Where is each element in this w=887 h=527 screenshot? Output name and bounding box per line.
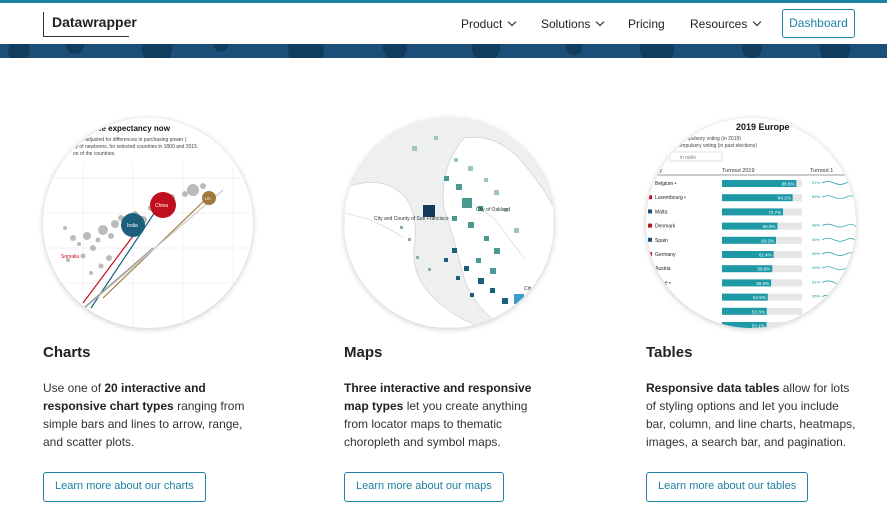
table-cell-country: Denmark [655, 224, 676, 230]
maps-heading: Maps [344, 344, 383, 361]
table-row: Belgium • 88.5% 91% [648, 180, 856, 187]
learn-more-maps-button[interactable]: Learn more about our maps [344, 472, 504, 502]
hero-banner-strip [0, 44, 887, 58]
sf-label: City and County of San Francisco [374, 216, 449, 222]
sparkline-label: 51% [812, 279, 820, 284]
flag-icon [648, 252, 652, 256]
nav-product[interactable]: Product [461, 17, 517, 31]
nav-solutions[interactable]: Solutions [541, 17, 605, 31]
table-cell-value: 66.0% [763, 224, 776, 229]
tables-preview-thumbnail: 2019 Europe ompulsory voting (in 2019) c… [646, 118, 856, 328]
maps-description: Three interactive and responsive map typ… [344, 381, 532, 449]
table-cell-value: 61.4% [759, 253, 772, 258]
sparkline-label: 91% [812, 180, 820, 185]
sparkline-label: 89% [812, 194, 820, 199]
nav-resources-label: Resources [690, 17, 748, 31]
chevron-down-icon [753, 17, 762, 27]
table-row: reece • 58.5% 51% [648, 279, 856, 287]
table-cell-country: Austria [655, 266, 671, 272]
charts-preview-sub3: on of the countries. [73, 151, 116, 157]
tables-description: Responsive data tables allow for lots of… [646, 381, 856, 449]
sparkline [821, 237, 856, 242]
us-label: US [205, 196, 211, 201]
flag-icon [648, 266, 652, 271]
table-cell-country: Luxembourg • [655, 195, 686, 201]
sparkline [821, 252, 856, 256]
table-cell-country: Spain [655, 238, 668, 244]
table-cell-country: Belgium • [655, 181, 676, 187]
table-header-country: untry [650, 168, 662, 174]
table-cell-value: 53.1% [752, 324, 765, 329]
table-row: Spain 64.3% 69% [648, 236, 856, 244]
table-row: Malta 72.7% [648, 208, 802, 216]
sparkline-label: 48% [812, 223, 820, 228]
sparkline-label: 55% [812, 251, 820, 256]
charts-preview-sub2: cy of newborns, for selected countries i… [73, 144, 198, 150]
sparkline-label: 69% [812, 237, 820, 242]
flag-icon [648, 195, 652, 200]
sparkline [821, 294, 856, 299]
tables-preview-sub2: compulsory voting (in past elections) [676, 143, 757, 149]
table-header-turnout-past: Turnout 1 [810, 168, 833, 174]
sparkline [821, 181, 856, 185]
table-cell-country: Germany [655, 252, 676, 258]
india-label: India [127, 223, 138, 229]
sparkline [821, 280, 856, 285]
charts-preview-thumbnail: r life expectancy now ation adjusted for… [43, 118, 253, 328]
table-cell-value: 64.3% [761, 238, 774, 243]
flag-icon [648, 181, 652, 185]
charts-preview-title: r life expectancy now [89, 124, 171, 133]
table-row: 53.1% [722, 322, 802, 328]
flag-icon [648, 209, 652, 214]
table-cell-value: 72.7% [768, 210, 781, 215]
tables-preview-title: 2019 Europe [736, 122, 790, 132]
table-cell-value: 88.5% [782, 182, 795, 187]
datawrapper-logo[interactable]: Datawrapper [43, 12, 137, 37]
table-row: Germany 61.4% 55% [648, 251, 856, 258]
tables-preview-sub1: ompulsory voting (in 2019) [682, 136, 741, 142]
sparkline-label: 65% [812, 294, 820, 299]
tables-heading: Tables [646, 344, 693, 361]
sparkline [821, 266, 856, 271]
table-search-placeholder: in table [680, 155, 696, 161]
nav-pricing[interactable]: Pricing [628, 17, 665, 31]
table-row: Luxembourg • 84.1% 89% [648, 194, 856, 202]
learn-more-charts-button[interactable]: Learn more about our charts [43, 472, 206, 502]
somalia-label: Somalia [61, 254, 79, 260]
charts-preview-sub1: ation adjusted for differences in purcha… [73, 137, 187, 143]
learn-more-tables-button[interactable]: Learn more about our tables [646, 472, 809, 502]
table-cell-country: reece • [655, 280, 671, 286]
table-cell-country: Malta [655, 209, 667, 215]
table-cell-value: 54.5% [753, 295, 766, 300]
flag-icon [648, 237, 652, 242]
nav-product-label: Product [461, 17, 503, 31]
table-row: Austria 59.8% 49% [648, 265, 856, 273]
table-row: 54.5% 65% [722, 293, 856, 301]
oakland-label: City of Oakland [476, 207, 510, 213]
table-cell-value: 59.8% [757, 267, 770, 272]
table-header-turnout-2019: Turnout 2019 [722, 168, 755, 174]
sparkline-label: 49% [812, 265, 820, 270]
chevron-down-icon [596, 17, 605, 27]
table-row: 53.3% [722, 307, 802, 315]
table-cell-value: 53.3% [752, 309, 765, 314]
nav-resources[interactable]: Resources [690, 17, 762, 31]
city-label: City [524, 286, 533, 292]
table-cell-value: 58.5% [756, 281, 769, 286]
dashboard-button[interactable]: Dashboard [782, 9, 855, 38]
maps-preview-thumbnail: City of Oakland City and County of San F… [344, 118, 554, 328]
table-row: Denmark 66.0% 48% [648, 222, 856, 230]
charts-heading: Charts [43, 344, 91, 361]
china-label: China [155, 203, 168, 209]
table-cell-value: 84.1% [778, 196, 791, 201]
sparkline [821, 223, 856, 228]
charts-description: Use one of 20 interactive and responsive… [43, 381, 245, 449]
nav-solutions-label: Solutions [541, 17, 591, 31]
flag-icon [648, 223, 652, 228]
flag-icon [648, 280, 652, 285]
sparkline [821, 195, 856, 200]
nav-pricing-label: Pricing [628, 17, 665, 31]
chevron-down-icon [508, 17, 517, 27]
navbar: Datawrapper Product Solutions Pricing Re… [0, 3, 887, 44]
